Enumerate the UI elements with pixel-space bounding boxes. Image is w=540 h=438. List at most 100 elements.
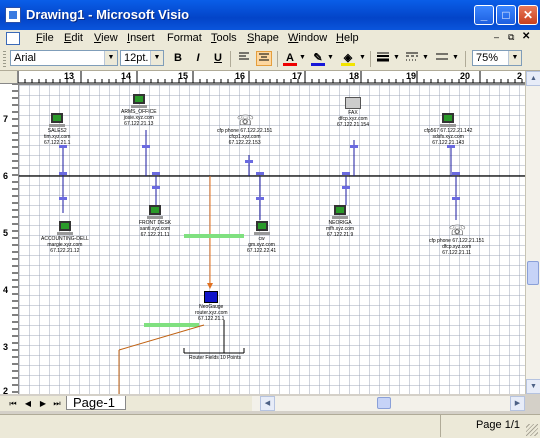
ruler-number: 13 bbox=[64, 71, 75, 81]
align-center-button[interactable] bbox=[256, 51, 272, 66]
chevron-down-icon[interactable]: ▼ bbox=[327, 54, 334, 61]
pc-base bbox=[49, 124, 66, 127]
menu-view[interactable]: View bbox=[94, 32, 118, 44]
line-ends-icon bbox=[436, 53, 448, 60]
minimize-button[interactable]: _ bbox=[474, 5, 494, 25]
prev-page-button[interactable]: ◀ bbox=[23, 398, 33, 409]
toolbar-separator bbox=[465, 51, 466, 67]
ruler-corner[interactable] bbox=[0, 71, 18, 84]
doc-restore-button[interactable]: ⧉ bbox=[508, 32, 514, 43]
node-label: 67.122.22.41 bbox=[247, 248, 277, 254]
ruler-number: 2 bbox=[3, 386, 9, 394]
node-label: 67.122.21.11 bbox=[442, 250, 472, 256]
vertical-scrollbar[interactable]: ▲ ▼ bbox=[525, 71, 540, 394]
tab-page-1[interactable]: Page-1 bbox=[66, 396, 126, 410]
ruler-number: 17 bbox=[292, 71, 303, 81]
phone-icon: ☏ bbox=[448, 222, 467, 238]
chevron-down-icon[interactable]: ▼ bbox=[359, 54, 366, 61]
node-label: 67.122.21.1 bbox=[198, 316, 225, 322]
ruler-number: 7 bbox=[3, 114, 9, 124]
pc-base bbox=[56, 232, 73, 235]
line-ends-button[interactable] bbox=[434, 51, 450, 66]
status-divider bbox=[440, 415, 441, 437]
ip-phone-node[interactable]: ☏ cfp phone 67.122.21.151 dfcp.xyz.com 6… bbox=[429, 222, 484, 256]
workstation-node[interactable]: FRONT DESK santi.xyz.com 67.122.21.11 bbox=[139, 205, 171, 238]
node-label: 67.122.21.11 bbox=[140, 232, 170, 238]
pc-base bbox=[147, 216, 164, 219]
ruler-number: 5 bbox=[3, 228, 9, 238]
ruler-number: 20 bbox=[460, 71, 471, 81]
maximize-button[interactable]: □ bbox=[496, 5, 516, 25]
visio-app-icon[interactable] bbox=[5, 7, 21, 23]
scroll-thumb[interactable] bbox=[377, 397, 391, 409]
font-color-button[interactable]: A bbox=[282, 51, 298, 66]
line-weight-button[interactable] bbox=[375, 51, 391, 66]
menu-window[interactable]: Window bbox=[288, 32, 327, 44]
drawing-canvas[interactable]: SALES2 tim.xyz.com 67.122.21.1 ARMS_OFFI… bbox=[19, 85, 525, 394]
menu-tools[interactable]: Tools bbox=[211, 32, 237, 44]
next-page-button[interactable]: ▶ bbox=[38, 398, 48, 409]
chevron-down-icon[interactable]: ▼ bbox=[299, 54, 306, 61]
page-tab-bar: ⏮ ◀ ▶ ⏭ bbox=[0, 396, 252, 411]
scroll-up-button[interactable]: ▲ bbox=[526, 71, 540, 86]
align-center-icon bbox=[259, 53, 269, 61]
node-label: 67.122.21.13 bbox=[124, 121, 154, 127]
menu-shape[interactable]: Shape bbox=[247, 32, 279, 44]
ruler-number: 18 bbox=[349, 71, 360, 81]
menu-insert[interactable]: Insert bbox=[127, 32, 155, 44]
line-pattern-button[interactable] bbox=[404, 51, 420, 66]
zoom-select[interactable]: 75% ▼ bbox=[472, 50, 522, 66]
workstation-node[interactable]: ARMS_OFFICE josie.xyz.com 67.122.21.13 bbox=[121, 94, 157, 127]
line-pattern-icon bbox=[406, 52, 418, 61]
scroll-right-button[interactable]: ▶ bbox=[510, 396, 525, 411]
align-left-button[interactable] bbox=[236, 51, 252, 66]
doc-close-button[interactable]: ✕ bbox=[522, 31, 530, 42]
horizontal-ruler[interactable]: 13 14 15 16 17 18 19 20 2 bbox=[18, 71, 526, 85]
font-size-select[interactable]: 12pt. ▼ bbox=[120, 50, 164, 66]
workstation-node[interactable]: ACCOUNTING-DELL margie.xyz.com 67.122.21… bbox=[41, 221, 89, 254]
menu-file[interactable]: File bbox=[36, 32, 54, 44]
first-page-button[interactable]: ⏮ bbox=[8, 398, 18, 409]
toolbar-grip[interactable] bbox=[3, 51, 6, 67]
font-select[interactable]: Arial ▼ bbox=[10, 50, 118, 66]
router-node[interactable]: NeoGauge router.xyz.com 67.122.21.1 bbox=[195, 291, 228, 322]
chevron-down-icon: ▼ bbox=[150, 51, 163, 65]
fill-color-button[interactable]: ◈ bbox=[340, 51, 356, 66]
italic-button[interactable]: I bbox=[190, 51, 206, 66]
chevron-down-icon[interactable]: ▼ bbox=[452, 54, 459, 61]
status-bar: Page 1/1 bbox=[0, 414, 540, 438]
workstation-node[interactable]: SALES2 tim.xyz.com 67.122.21.1 bbox=[44, 113, 70, 146]
horizontal-scrollbar[interactable]: ◀ ▶ bbox=[252, 396, 525, 411]
workstation-node[interactable]: cfp567 67.122.21.142 sdsfs.xyz.com 67.12… bbox=[424, 113, 472, 146]
scroll-down-button[interactable]: ▼ bbox=[526, 379, 540, 394]
scroll-thumb[interactable] bbox=[527, 261, 539, 285]
menu-format[interactable]: Format bbox=[167, 32, 202, 44]
underline-button[interactable]: U bbox=[210, 51, 226, 66]
workstation-node[interactable]: cw gm.xyz.com 67.122.22.41 bbox=[247, 221, 276, 254]
ruler-number: 2 bbox=[517, 71, 523, 81]
menu-help[interactable]: Help bbox=[336, 32, 359, 44]
ruler-ticks bbox=[18, 71, 526, 84]
ruler-number: 15 bbox=[178, 71, 189, 81]
workstation-node[interactable]: NEORIGA mfh.xyz.com 67.122.21.9 bbox=[326, 205, 354, 238]
toolbar-separator bbox=[277, 51, 278, 67]
chevron-down-icon[interactable]: ▼ bbox=[422, 54, 429, 61]
router-icon bbox=[204, 291, 219, 303]
vertical-ruler[interactable]: 7 6 5 4 3 2 bbox=[0, 84, 19, 394]
last-page-button[interactable]: ⏭ bbox=[52, 398, 62, 409]
fax-node[interactable]: FAX dfcp.xyz.com 67.122.21.154 bbox=[337, 97, 369, 128]
line-weight-icon bbox=[377, 52, 389, 62]
bold-button[interactable]: B bbox=[170, 51, 186, 66]
resize-grip[interactable] bbox=[526, 424, 538, 436]
toolbar-separator bbox=[370, 51, 371, 67]
close-button[interactable]: ✕ bbox=[518, 5, 538, 25]
doc-minimize-button[interactable]: – bbox=[494, 32, 499, 42]
node-label: 67.122.21.9 bbox=[326, 232, 354, 238]
ip-phone-node[interactable]: ☏ cfp phone 67.122.22.151 cfcp1.xyz.com … bbox=[217, 112, 272, 146]
scroll-left-button[interactable]: ◀ bbox=[260, 396, 275, 411]
pc-icon bbox=[255, 221, 268, 231]
menu-edit[interactable]: Edit bbox=[64, 32, 83, 44]
line-color-button[interactable]: ✎ bbox=[310, 51, 326, 66]
visio-doc-icon[interactable] bbox=[6, 32, 20, 45]
chevron-down-icon[interactable]: ▼ bbox=[393, 54, 400, 61]
